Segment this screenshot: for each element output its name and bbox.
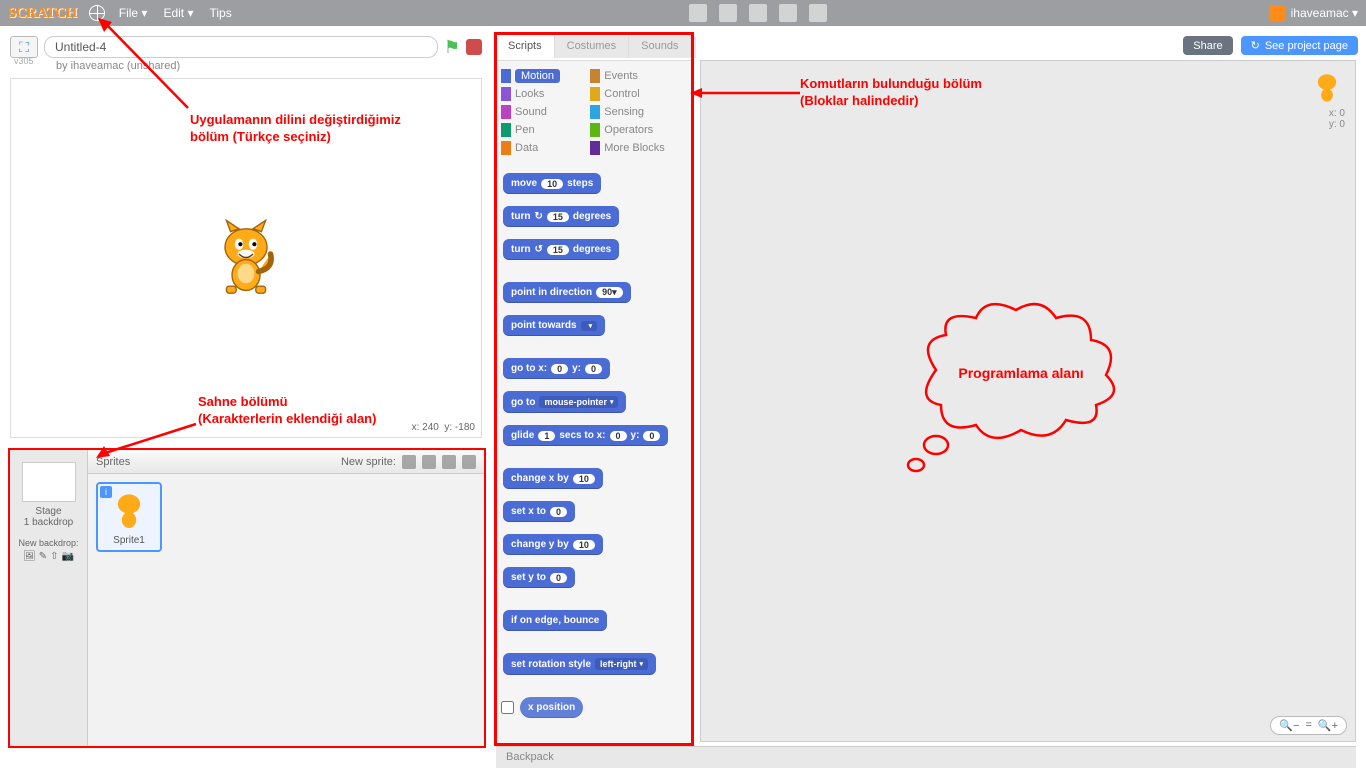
stamp-icon[interactable] [689, 4, 707, 22]
sprite-x-label: x: 0 [1309, 108, 1345, 119]
globe-icon[interactable] [89, 5, 105, 21]
block-set-x[interactable]: set x to0 [503, 501, 575, 522]
new-backdrop-label: New backdrop: [10, 538, 87, 548]
block-glide[interactable]: glide1secs to x:0y:0 [503, 425, 668, 446]
block-set-rotation-style[interactable]: set rotation styleleft-right [503, 653, 656, 675]
cut-icon[interactable] [719, 4, 737, 22]
category-sensing[interactable]: Sensing [590, 103, 679, 121]
scratch-cat-sprite[interactable] [211, 219, 281, 296]
fullscreen-button[interactable]: ⛶ [10, 36, 38, 58]
block-turn-cw[interactable]: turn↻15degrees [503, 206, 619, 227]
block-move-steps[interactable]: move10steps [503, 173, 601, 194]
stage-selector-column: Stage 1 backdrop New backdrop: 🖼 ✎ ⇧ 📷 [10, 450, 88, 746]
sprites-label: Sprites [96, 456, 130, 468]
sprite-paint-icon[interactable] [422, 455, 436, 469]
sprite-y-label: y: 0 [1309, 119, 1345, 130]
grow-icon[interactable] [749, 4, 767, 22]
help-icon[interactable] [809, 4, 827, 22]
block-if-edge-bounce[interactable]: if on edge, bounce [503, 610, 607, 631]
see-page-label: See project page [1265, 40, 1348, 52]
stage-thumbnail[interactable] [22, 462, 76, 502]
backpack-panel[interactable]: Backpack [496, 746, 1356, 768]
category-more-blocks[interactable]: More Blocks [590, 139, 679, 157]
block-point-direction[interactable]: point in direction90▾ [503, 282, 631, 303]
zoom-controls: 🔍− = 🔍+ [1270, 716, 1347, 735]
block-x-position[interactable]: x position [520, 697, 583, 718]
scratch-logo: SCRATCH [8, 5, 77, 22]
block-categories: MotionEventsLooksControlSoundSensingPenO… [501, 67, 687, 157]
refresh-icon: ↻ [1251, 39, 1260, 52]
version-label: v305 [14, 56, 34, 66]
sprites-column: Sprites New sprite: i Sprite1 [88, 450, 484, 746]
category-operators[interactable]: Operators [590, 121, 679, 139]
block-point-towards[interactable]: point towards [503, 315, 605, 336]
backdrop-library-icon[interactable]: 🖼 [23, 551, 36, 562]
block-turn-ccw[interactable]: turn↺15degrees [503, 239, 619, 260]
category-sound[interactable]: Sound [501, 103, 590, 121]
menu-file[interactable]: File ▾ [119, 6, 148, 20]
category-looks[interactable]: Looks [501, 85, 590, 103]
category-motion[interactable]: Motion [501, 67, 590, 85]
new-sprite-label: New sprite: [341, 456, 396, 468]
sprites-header: Sprites New sprite: [88, 450, 484, 474]
block-goto-xy[interactable]: go to x:0y:0 [503, 358, 610, 379]
tab-sounds[interactable]: Sounds [629, 36, 691, 58]
editor-tabs: Scripts Costumes Sounds [496, 36, 696, 58]
sprite-info-corner: x: 0 y: 0 [1309, 69, 1345, 130]
sprite1-label: Sprite1 [98, 535, 160, 546]
shrink-icon[interactable] [779, 4, 797, 22]
username-label: ihaveamac ▾ [1291, 6, 1358, 20]
checkbox-x-position[interactable] [501, 701, 514, 714]
menu-edit[interactable]: Edit ▾ [163, 6, 193, 20]
top-menu-bar: SCRATCH File ▾ Edit ▾ Tips ihaveamac ▾ [0, 0, 1366, 26]
share-button[interactable]: Share [1183, 36, 1232, 55]
sprite-library-icon[interactable] [402, 455, 416, 469]
block-set-y[interactable]: set y to0 [503, 567, 575, 588]
top-right-buttons: Share ↻ See project page [1183, 36, 1358, 55]
stage-label: Stage [10, 506, 87, 517]
stop-icon[interactable] [466, 39, 482, 55]
sprite-camera-icon[interactable] [462, 455, 476, 469]
block-change-y[interactable]: change y by10 [503, 534, 603, 555]
sprite-upload-icon[interactable] [442, 455, 456, 469]
stage-coords: x: 240 y: -180 [412, 422, 475, 433]
zoom-reset-icon[interactable]: = [1305, 719, 1311, 732]
backdrop-upload-icon[interactable]: ⇧ [50, 551, 58, 562]
byline-label: by ihaveamac (unshared) [56, 60, 180, 72]
sprite-panel: Stage 1 backdrop New backdrop: 🖼 ✎ ⇧ 📷 S… [10, 450, 484, 746]
sprite-info-icon[interactable]: i [100, 486, 112, 498]
tab-costumes[interactable]: Costumes [555, 36, 630, 58]
see-project-page-button[interactable]: ↻ See project page [1241, 36, 1358, 55]
green-flag-icon[interactable]: ⚑ [444, 37, 460, 58]
block-goto[interactable]: go tomouse-pointer [503, 391, 626, 413]
project-title-input[interactable]: Untitled-4 [44, 36, 438, 58]
backdrop-paint-icon[interactable]: ✎ [39, 551, 47, 562]
block-palette: MotionEventsLooksControlSoundSensingPenO… [496, 60, 692, 746]
sprite-thumbnail-sprite1[interactable]: i Sprite1 [96, 482, 162, 552]
annotation-text-blocks: Komutların bulunduğu bölüm(Bloklar halin… [800, 76, 982, 110]
menu-tips[interactable]: Tips [209, 6, 231, 20]
category-control[interactable]: Control [590, 85, 679, 103]
annotation-text-lang: Uygulamanın dilini değiştirdiğimizbölüm … [190, 112, 401, 146]
stage-header: ⛶ Untitled-4 ⚑ [10, 32, 482, 62]
backdrop-camera-icon[interactable]: 📷 [62, 551, 74, 562]
user-menu[interactable]: ihaveamac ▾ [1269, 5, 1358, 21]
avatar-icon [1269, 5, 1285, 21]
backdrop-count-label: 1 backdrop [10, 517, 87, 528]
annotation-text-stage: Sahne bölümü(Karakterlerin eklendiği ala… [198, 394, 376, 428]
category-events[interactable]: Events [590, 67, 679, 85]
tab-scripts[interactable]: Scripts [496, 36, 555, 58]
annotation-cloud-text: Programlama alanı [958, 365, 1083, 381]
category-pen[interactable]: Pen [501, 121, 590, 139]
zoom-in-icon[interactable]: 🔍+ [1318, 719, 1338, 732]
annotation-cloud-programming-area: Programlama alanı [876, 290, 1136, 490]
zoom-out-icon[interactable]: 🔍− [1279, 719, 1299, 732]
category-data[interactable]: Data [501, 139, 590, 157]
block-change-x[interactable]: change x by10 [503, 468, 603, 489]
